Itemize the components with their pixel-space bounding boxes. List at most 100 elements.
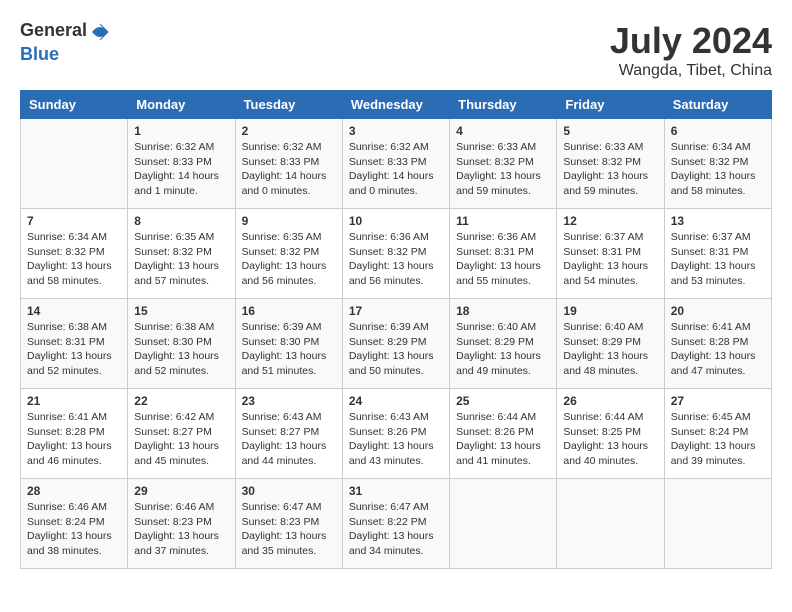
calendar-cell — [557, 479, 664, 569]
cell-content: Sunrise: 6:32 AMSunset: 8:33 PMDaylight:… — [349, 140, 443, 199]
logo-text: General Blue — [20, 20, 113, 65]
cell-content: Sunrise: 6:40 AMSunset: 8:29 PMDaylight:… — [563, 320, 657, 379]
calendar-cell — [450, 479, 557, 569]
header-cell-friday: Friday — [557, 91, 664, 119]
cell-content: Sunrise: 6:32 AMSunset: 8:33 PMDaylight:… — [134, 140, 228, 199]
calendar-cell: 11 Sunrise: 6:36 AMSunset: 8:31 PMDayligh… — [450, 209, 557, 299]
logo-general: General — [20, 20, 87, 40]
cell-content: Sunrise: 6:35 AMSunset: 8:32 PMDaylight:… — [242, 230, 336, 289]
calendar-cell: 1 Sunrise: 6:32 AMSunset: 8:33 PMDaylight… — [128, 119, 235, 209]
cell-content: Sunrise: 6:36 AMSunset: 8:32 PMDaylight:… — [349, 230, 443, 289]
calendar-cell: 26 Sunrise: 6:44 AMSunset: 8:25 PMDayligh… — [557, 389, 664, 479]
cell-content: Sunrise: 6:46 AMSunset: 8:24 PMDaylight:… — [27, 500, 121, 559]
calendar-cell: 19 Sunrise: 6:40 AMSunset: 8:29 PMDayligh… — [557, 299, 664, 389]
cell-content: Sunrise: 6:33 AMSunset: 8:32 PMDaylight:… — [456, 140, 550, 199]
cell-content: Sunrise: 6:43 AMSunset: 8:26 PMDaylight:… — [349, 410, 443, 469]
calendar-header: SundayMondayTuesdayWednesdayThursdayFrid… — [21, 91, 772, 119]
calendar-cell: 8Sunrise: 6:35 AMSunset: 8:32 PMDaylight… — [128, 209, 235, 299]
cell-content: Sunrise: 6:38 AMSunset: 8:31 PMDaylight:… — [27, 320, 121, 379]
calendar-cell: 6 Sunrise: 6:34 AMSunset: 8:32 PMDaylight… — [664, 119, 771, 209]
cell-content: Sunrise: 6:42 AMSunset: 8:27 PMDaylight:… — [134, 410, 228, 469]
day-number: 23 — [242, 394, 336, 408]
calendar-cell: 16 Sunrise: 6:39 AMSunset: 8:30 PMDayligh… — [235, 299, 342, 389]
cell-content: Sunrise: 6:44 AMSunset: 8:25 PMDaylight:… — [563, 410, 657, 469]
cell-content: Sunrise: 6:41 AMSunset: 8:28 PMDaylight:… — [27, 410, 121, 469]
week-row-1: 1 Sunrise: 6:32 AMSunset: 8:33 PMDaylight… — [21, 119, 772, 209]
day-number: 5 — [563, 124, 657, 138]
cell-content: Sunrise: 6:32 AMSunset: 8:33 PMDaylight:… — [242, 140, 336, 199]
calendar-cell: 31Sunrise: 6:47 AMSunset: 8:22 PMDayligh… — [342, 479, 449, 569]
logo: General Blue — [20, 20, 113, 65]
day-number: 14 — [27, 304, 121, 318]
day-number: 16 — [242, 304, 336, 318]
cell-content: Sunrise: 6:39 AMSunset: 8:30 PMDaylight:… — [242, 320, 336, 379]
calendar-cell: 29 Sunrise: 6:46 AMSunset: 8:23 PMDayligh… — [128, 479, 235, 569]
title-area: July 2024 Wangda, Tibet, China — [610, 20, 772, 80]
cell-content: Sunrise: 6:36 AMSunset: 8:31 PMDaylight:… — [456, 230, 550, 289]
day-number: 24 — [349, 394, 443, 408]
day-number: 6 — [671, 124, 765, 138]
header-row: SundayMondayTuesdayWednesdayThursdayFrid… — [21, 91, 772, 119]
calendar-cell: 9 Sunrise: 6:35 AMSunset: 8:32 PMDaylight… — [235, 209, 342, 299]
calendar-cell — [664, 479, 771, 569]
day-number: 29 — [134, 484, 228, 498]
calendar-cell: 24 Sunrise: 6:43 AMSunset: 8:26 PMDayligh… — [342, 389, 449, 479]
cell-content: Sunrise: 6:41 AMSunset: 8:28 PMDaylight:… — [671, 320, 765, 379]
day-number: 3 — [349, 124, 443, 138]
day-number: 2 — [242, 124, 336, 138]
day-number: 11 — [456, 214, 550, 228]
day-number: 26 — [563, 394, 657, 408]
calendar-cell: 4 Sunrise: 6:33 AMSunset: 8:32 PMDaylight… — [450, 119, 557, 209]
day-number: 15 — [134, 304, 228, 318]
calendar-cell — [21, 119, 128, 209]
calendar-cell: 25Sunrise: 6:44 AMSunset: 8:26 PMDayligh… — [450, 389, 557, 479]
calendar-cell: 22 Sunrise: 6:42 AMSunset: 8:27 PMDayligh… — [128, 389, 235, 479]
page-header: General Blue July 2024 Wangda, Tibet, Ch… — [20, 20, 772, 80]
calendar-table: SundayMondayTuesdayWednesdayThursdayFrid… — [20, 90, 772, 569]
calendar-cell: 30 Sunrise: 6:47 AMSunset: 8:23 PMDayligh… — [235, 479, 342, 569]
calendar-cell: 7 Sunrise: 6:34 AMSunset: 8:32 PMDaylight… — [21, 209, 128, 299]
day-number: 25 — [456, 394, 550, 408]
logo-blue: Blue — [20, 44, 59, 64]
logo-icon — [88, 20, 112, 44]
day-number: 4 — [456, 124, 550, 138]
day-number: 7 — [27, 214, 121, 228]
cell-content: Sunrise: 6:45 AMSunset: 8:24 PMDaylight:… — [671, 410, 765, 469]
calendar-cell: 14 Sunrise: 6:38 AMSunset: 8:31 PMDayligh… — [21, 299, 128, 389]
cell-content: Sunrise: 6:34 AMSunset: 8:32 PMDaylight:… — [671, 140, 765, 199]
day-number: 27 — [671, 394, 765, 408]
calendar-cell: 13Sunrise: 6:37 AMSunset: 8:31 PMDayligh… — [664, 209, 771, 299]
cell-content: Sunrise: 6:43 AMSunset: 8:27 PMDaylight:… — [242, 410, 336, 469]
day-number: 13 — [671, 214, 765, 228]
header-cell-sunday: Sunday — [21, 91, 128, 119]
cell-content: Sunrise: 6:47 AMSunset: 8:22 PMDaylight:… — [349, 500, 443, 559]
cell-content: Sunrise: 6:38 AMSunset: 8:30 PMDaylight:… — [134, 320, 228, 379]
day-number: 18 — [456, 304, 550, 318]
day-number: 9 — [242, 214, 336, 228]
calendar-cell: 3 Sunrise: 6:32 AMSunset: 8:33 PMDaylight… — [342, 119, 449, 209]
day-number: 19 — [563, 304, 657, 318]
header-cell-wednesday: Wednesday — [342, 91, 449, 119]
cell-content: Sunrise: 6:35 AMSunset: 8:32 PMDaylight:… — [134, 230, 228, 289]
calendar-cell: 20Sunrise: 6:41 AMSunset: 8:28 PMDayligh… — [664, 299, 771, 389]
cell-content: Sunrise: 6:47 AMSunset: 8:23 PMDaylight:… — [242, 500, 336, 559]
calendar-cell: 28Sunrise: 6:46 AMSunset: 8:24 PMDayligh… — [21, 479, 128, 569]
day-number: 1 — [134, 124, 228, 138]
week-row-4: 21Sunrise: 6:41 AMSunset: 8:28 PMDayligh… — [21, 389, 772, 479]
calendar-cell: 12Sunrise: 6:37 AMSunset: 8:31 PMDayligh… — [557, 209, 664, 299]
calendar-cell: 5 Sunrise: 6:33 AMSunset: 8:32 PMDaylight… — [557, 119, 664, 209]
calendar-cell: 10 Sunrise: 6:36 AMSunset: 8:32 PMDayligh… — [342, 209, 449, 299]
location-subtitle: Wangda, Tibet, China — [610, 62, 772, 80]
cell-content: Sunrise: 6:46 AMSunset: 8:23 PMDaylight:… — [134, 500, 228, 559]
day-number: 10 — [349, 214, 443, 228]
cell-content: Sunrise: 6:34 AMSunset: 8:32 PMDaylight:… — [27, 230, 121, 289]
day-number: 30 — [242, 484, 336, 498]
header-cell-monday: Monday — [128, 91, 235, 119]
cell-content: Sunrise: 6:40 AMSunset: 8:29 PMDaylight:… — [456, 320, 550, 379]
header-cell-saturday: Saturday — [664, 91, 771, 119]
week-row-5: 28Sunrise: 6:46 AMSunset: 8:24 PMDayligh… — [21, 479, 772, 569]
calendar-cell: 18 Sunrise: 6:40 AMSunset: 8:29 PMDayligh… — [450, 299, 557, 389]
day-number: 22 — [134, 394, 228, 408]
header-cell-tuesday: Tuesday — [235, 91, 342, 119]
cell-content: Sunrise: 6:33 AMSunset: 8:32 PMDaylight:… — [563, 140, 657, 199]
